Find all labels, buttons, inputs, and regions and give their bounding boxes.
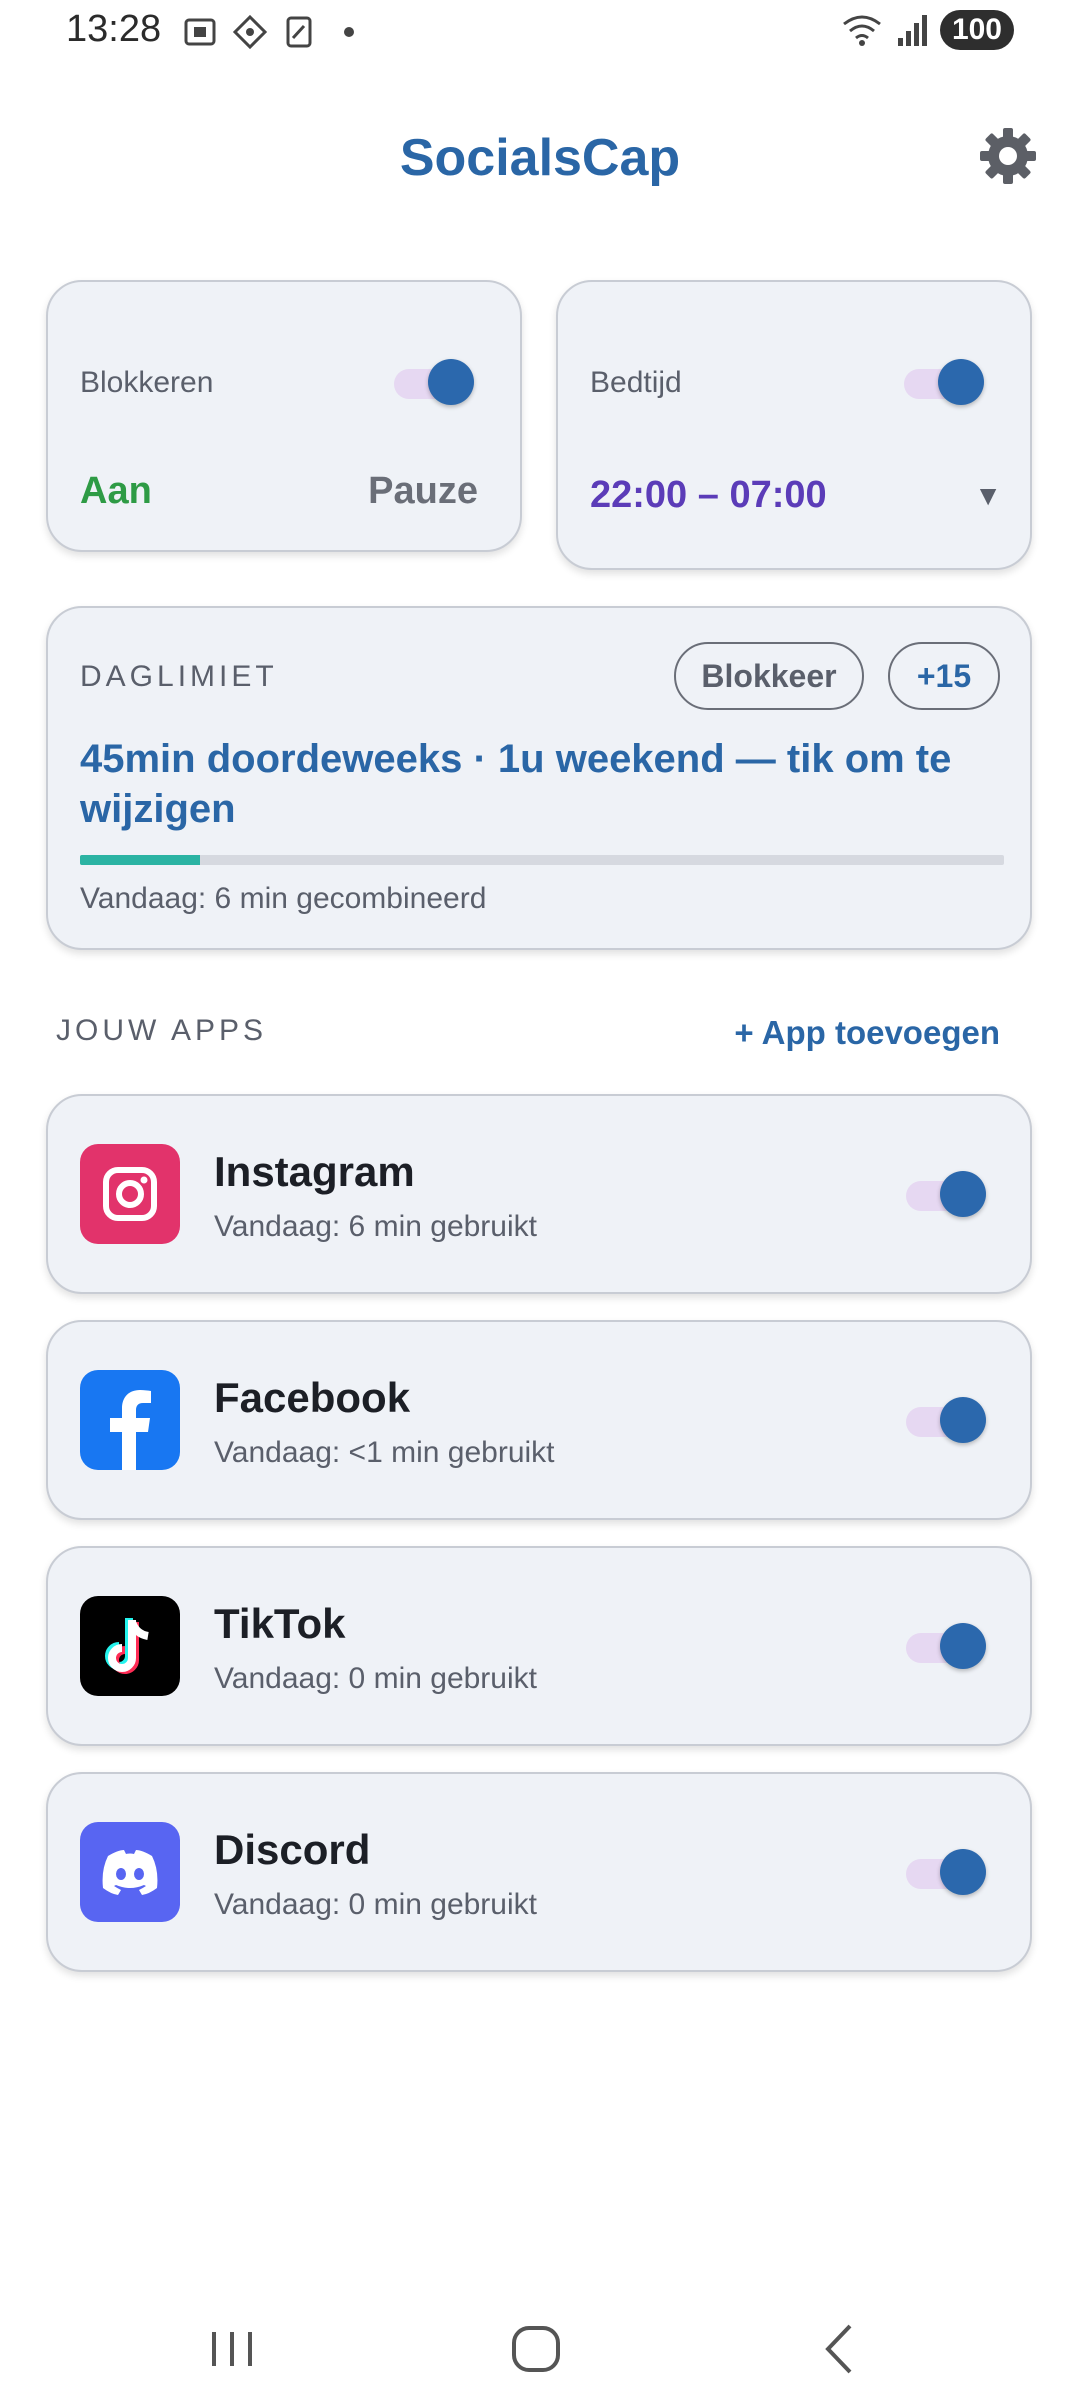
screenshot-icon (184, 18, 216, 46)
chevron-down-icon[interactable]: ▼ (974, 480, 1002, 512)
daily-limit-description[interactable]: 45min doordeweeks · 1u weekend — tik om … (80, 734, 980, 834)
plus-15-chip[interactable]: +15 (888, 642, 1000, 710)
instagram-icon (80, 1144, 180, 1244)
app-name: TikTok (214, 1600, 346, 1647)
app-toggle[interactable] (906, 1848, 986, 1896)
toggle-knob (938, 359, 984, 405)
recent-apps-icon[interactable] (192, 2312, 272, 2382)
signal-icon (897, 15, 927, 46)
dot-icon (344, 27, 354, 37)
app-usage: Vandaag: 0 min gebruikt (214, 1888, 537, 1921)
status-icons-left (182, 14, 354, 50)
facebook-icon (80, 1370, 180, 1470)
battery-indicator: 100 (939, 10, 1014, 50)
toggle-knob (940, 1171, 986, 1217)
status-icons-right: 100 (840, 10, 1014, 50)
app-name: Facebook (214, 1374, 411, 1421)
app-card[interactable]: Instagram Vandaag: 6 min gebruikt (46, 1094, 1032, 1294)
toggle-knob (940, 1849, 986, 1895)
daily-limit-label: DAGLIMIET (80, 660, 278, 693)
progress-fill (80, 855, 201, 865)
block-toggle[interactable] (394, 358, 474, 406)
discord-icon (80, 1822, 180, 1922)
app-title: SocialsCap (399, 129, 681, 187)
gear-icon[interactable] (976, 124, 1040, 188)
home-icon[interactable] (496, 2312, 576, 2382)
daily-limit-progress (80, 855, 1004, 865)
app-card[interactable]: Discord Vandaag: 0 min gebruikt (46, 1772, 1032, 1972)
toggle-knob (940, 1397, 986, 1443)
app-toggle[interactable] (906, 1622, 986, 1670)
app-name: Instagram (214, 1148, 415, 1195)
block-on-button[interactable]: Aan (80, 470, 152, 513)
navigation-bar (0, 2288, 1080, 2408)
block-label: Blokkeren (80, 366, 214, 399)
daily-limit-card[interactable]: DAGLIMIET Blokkeer +15 45min doordeweeks… (46, 606, 1032, 950)
add-app-button[interactable]: + App toevoegen (734, 1014, 1000, 1052)
back-icon[interactable] (800, 2312, 880, 2382)
block-chip[interactable]: Blokkeer (674, 642, 864, 710)
wifi-icon (843, 15, 881, 46)
toggle-knob (940, 1623, 986, 1669)
app-card[interactable]: TikTok Vandaag: 0 min gebruikt (46, 1546, 1032, 1746)
app-card[interactable]: Facebook Vandaag: <1 min gebruikt (46, 1320, 1032, 1520)
nfc-icon (286, 16, 312, 48)
app-usage: Vandaag: 0 min gebruikt (214, 1662, 537, 1695)
block-card: Blokkeren Aan Pauze (46, 280, 522, 552)
app-toggle[interactable] (906, 1396, 986, 1444)
app-name: Discord (214, 1826, 371, 1873)
app-usage: Vandaag: 6 min gebruikt (214, 1210, 537, 1243)
status-time: 13:28 (66, 8, 162, 50)
tiktok-icon (80, 1596, 180, 1696)
status-bar: 13:28 100 (0, 0, 1080, 70)
app-usage: Vandaag: <1 min gebruikt (214, 1436, 555, 1469)
bedtime-range[interactable]: 22:00 – 07:00 (590, 474, 827, 517)
bedtime-toggle[interactable] (904, 358, 984, 406)
app-toggle[interactable] (906, 1170, 986, 1218)
bedtime-card: Bedtijd 22:00 – 07:00 ▼ (556, 280, 1032, 570)
apps-section-label: JOUW APPS (56, 1014, 268, 1047)
bedtime-label: Bedtijd (590, 366, 682, 399)
toggle-knob (428, 359, 474, 405)
pause-button[interactable]: Pauze (368, 470, 478, 513)
gesture-icon (232, 14, 268, 50)
today-combined: Vandaag: 6 min gecombineerd (80, 882, 487, 915)
